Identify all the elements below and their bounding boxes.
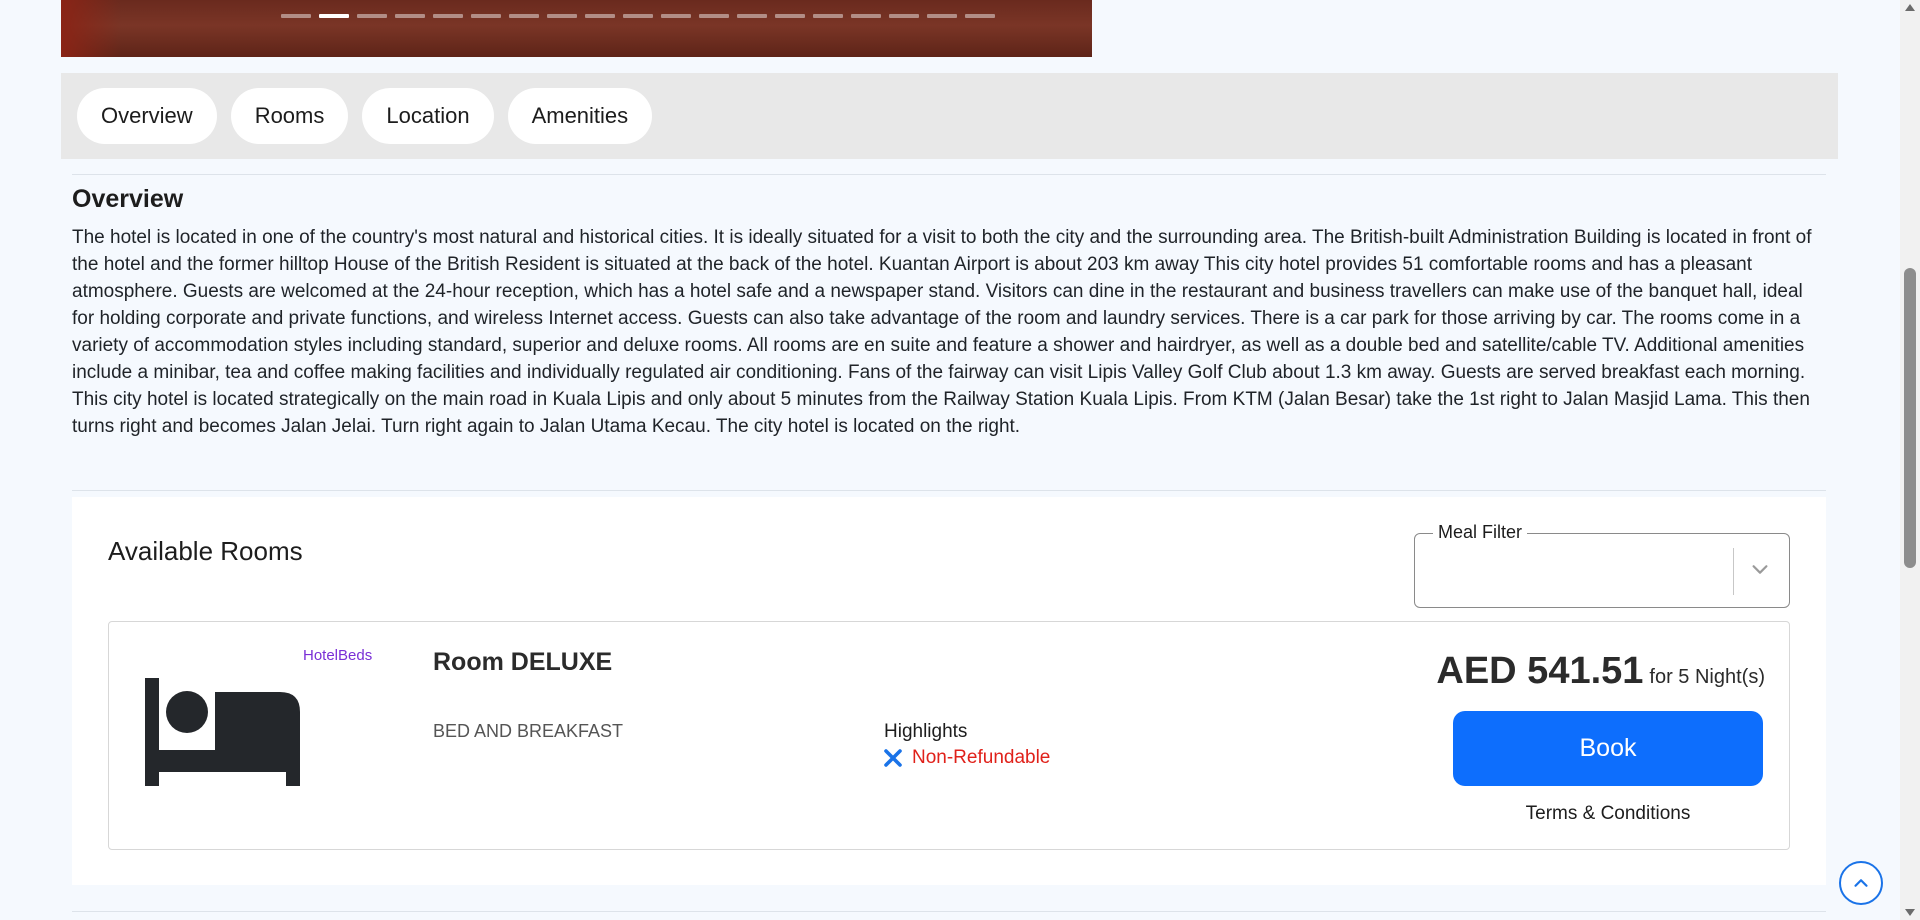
price-amount: AED 541.51: [1436, 650, 1644, 692]
board-type: BED AND BREAKFAST: [433, 721, 624, 741]
carousel-dot[interactable]: [813, 14, 843, 18]
carousel-dot[interactable]: [357, 14, 387, 18]
page-scrollbar[interactable]: [1900, 0, 1920, 920]
hotel-image-carousel[interactable]: [61, 0, 1092, 57]
carousel-dot[interactable]: [661, 14, 691, 18]
chevron-down-icon[interactable]: [1749, 558, 1771, 580]
select-separator: [1733, 548, 1734, 595]
carousel-dot[interactable]: [319, 14, 349, 18]
carousel-dot[interactable]: [737, 14, 767, 18]
chevron-up-icon: [1854, 879, 1868, 887]
carousel-dot[interactable]: [547, 14, 577, 18]
tab-rooms[interactable]: Rooms: [230, 88, 349, 144]
carousel-dot[interactable]: [965, 14, 995, 18]
provider-label: HotelBeds: [303, 647, 373, 664]
carousel-dot[interactable]: [775, 14, 805, 18]
overview-description: The hotel is located in one of the count…: [72, 227, 1812, 437]
meal-filter-label: Meal Filter: [1433, 522, 1528, 543]
book-button[interactable]: Book: [1453, 711, 1763, 786]
carousel-dot[interactable]: [623, 14, 653, 18]
carousel-dot[interactable]: [433, 14, 463, 18]
scroll-to-top-button[interactable]: [1839, 861, 1883, 905]
carousel-dot[interactable]: [281, 14, 311, 18]
section-tabs: Overview Rooms Location Amenities: [61, 73, 1838, 159]
overview-heading: Overview: [72, 185, 184, 213]
carousel-indicators: [281, 14, 995, 18]
scrollbar-thumb[interactable]: [1904, 268, 1916, 568]
carousel-dot[interactable]: [585, 14, 615, 18]
available-rooms-panel: Available Rooms Meal Filter HotelBeds Ro…: [72, 497, 1826, 885]
bed-icon: [145, 678, 300, 786]
refund-policy-text: Non-Refundable: [912, 747, 1051, 768]
tab-amenities[interactable]: Amenities: [507, 88, 653, 144]
carousel-dot[interactable]: [927, 14, 957, 18]
room-price: AED 541.51 for 5 Night(s): [1436, 650, 1765, 693]
price-nights: for 5 Night(s): [1649, 666, 1765, 688]
divider: [72, 174, 1826, 175]
carousel-dot[interactable]: [851, 14, 881, 18]
terms-conditions-link[interactable]: Terms & Conditions: [1453, 803, 1763, 825]
divider: [72, 490, 1826, 491]
scroll-up-arrow-icon[interactable]: [1905, 4, 1915, 11]
carousel-dot[interactable]: [699, 14, 729, 18]
tab-overview[interactable]: Overview: [77, 88, 217, 144]
room-card: HotelBeds Room DELUXE BED AND BREAKFAST …: [108, 621, 1790, 850]
room-name: Room DELUXE: [433, 648, 613, 676]
refund-policy: Non-Refundable: [884, 747, 1050, 769]
available-rooms-heading: Available Rooms: [108, 536, 303, 566]
x-icon: [884, 749, 902, 767]
highlights-heading: Highlights: [884, 721, 968, 742]
divider: [72, 911, 1826, 912]
meal-filter-select[interactable]: Meal Filter: [1414, 522, 1790, 608]
tab-location[interactable]: Location: [362, 88, 494, 144]
carousel-dot[interactable]: [509, 14, 539, 18]
scroll-down-arrow-icon[interactable]: [1905, 909, 1915, 916]
carousel-dot[interactable]: [471, 14, 501, 18]
carousel-dot[interactable]: [889, 14, 919, 18]
carousel-dot[interactable]: [395, 14, 425, 18]
